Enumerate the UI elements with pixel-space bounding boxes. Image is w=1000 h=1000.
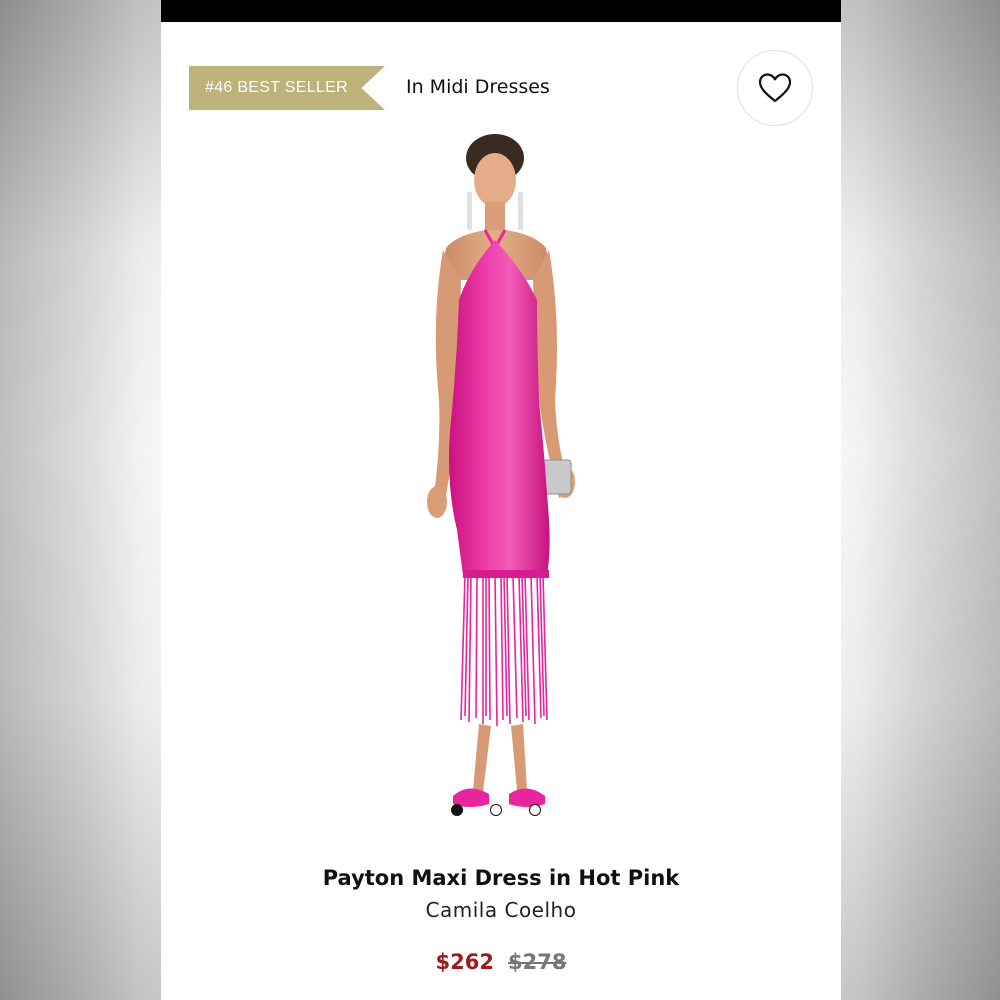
carousel-dot-2[interactable] — [490, 804, 502, 816]
product-page: #46 BEST SELLER In Midi Dresses Payton M… — [161, 0, 841, 1000]
original-price: $278 — [508, 950, 567, 974]
heart-icon — [758, 73, 792, 103]
carousel-dot-1[interactable] — [451, 804, 463, 816]
image-carousel-dots — [451, 804, 551, 820]
carousel-dot-3[interactable] — [529, 804, 541, 816]
price-row: $262 $278 — [161, 950, 841, 974]
sale-price: $262 — [435, 950, 494, 974]
best-seller-rank: #46 BEST SELLER — [205, 79, 348, 96]
product-image[interactable] — [361, 130, 641, 830]
best-seller-badge: #46 BEST SELLER — [189, 66, 385, 110]
product-title: Payton Maxi Dress in Hot Pink — [322, 866, 680, 890]
status-bar — [161, 0, 841, 22]
best-seller-category[interactable]: In Midi Dresses — [406, 76, 550, 98]
product-brand[interactable]: Camila Coelho — [161, 898, 841, 922]
right-background — [841, 0, 1000, 1000]
left-background — [0, 0, 161, 1000]
favorite-button[interactable] — [737, 50, 813, 126]
